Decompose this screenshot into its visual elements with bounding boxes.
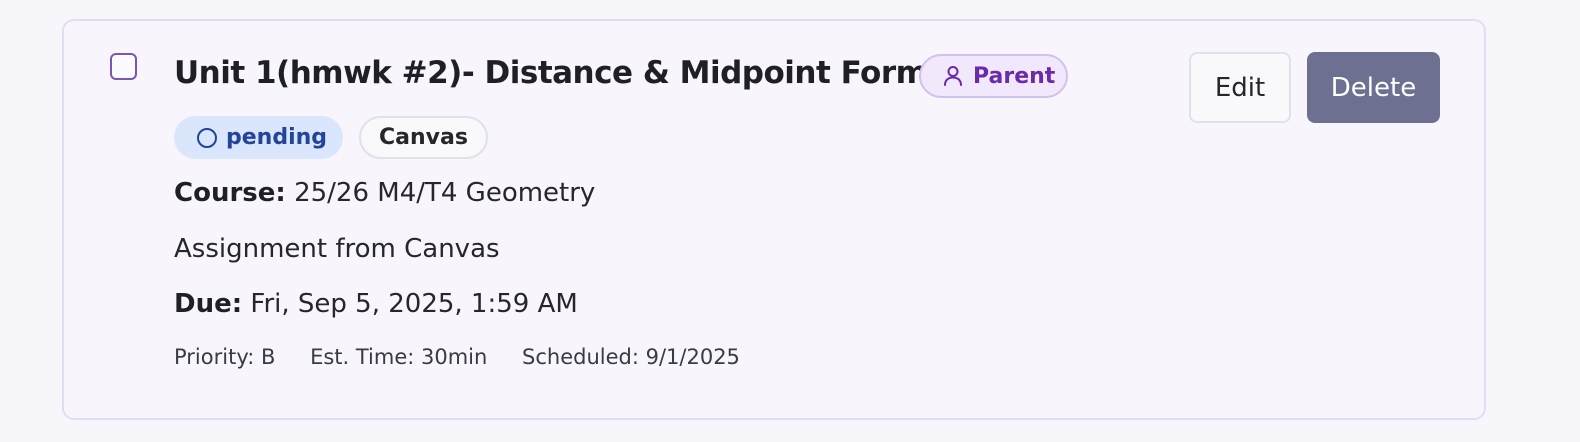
circle-icon xyxy=(196,127,218,149)
status-badge-label: pending xyxy=(226,125,328,150)
course-value: 25/26 M4/T4 Geometry xyxy=(294,178,596,208)
priority-text: Priority: B xyxy=(174,345,276,369)
delete-button[interactable]: Delete xyxy=(1307,52,1440,123)
course-line: Course: 25/26 M4/T4 Geometry xyxy=(174,178,595,208)
due-line: Due: Fri, Sep 5, 2025, 1:59 AM xyxy=(174,289,578,319)
source-badge-label: Canvas xyxy=(379,125,468,150)
role-badge: Parent xyxy=(919,54,1068,98)
scheduled-text: Scheduled: 9/1/2025 xyxy=(522,345,740,369)
user-icon xyxy=(943,65,963,87)
course-label: Course: xyxy=(174,178,286,208)
task-meta: Priority: B Est. Time: 30min Scheduled: … xyxy=(174,345,768,369)
est-time-text: Est. Time: 30min xyxy=(310,345,488,369)
edit-button[interactable]: Edit xyxy=(1189,52,1291,123)
due-value: Fri, Sep 5, 2025, 1:59 AM xyxy=(250,289,578,319)
status-badge: pending xyxy=(174,116,343,159)
source-badge: Canvas xyxy=(359,116,488,159)
role-badge-label: Parent xyxy=(973,63,1056,89)
task-title: Unit 1(hmwk #2)- Distance & Midpoint For… xyxy=(174,55,998,91)
task-complete-checkbox[interactable] xyxy=(110,53,137,80)
task-description: Assignment from Canvas xyxy=(174,234,500,264)
due-label: Due: xyxy=(174,289,243,319)
